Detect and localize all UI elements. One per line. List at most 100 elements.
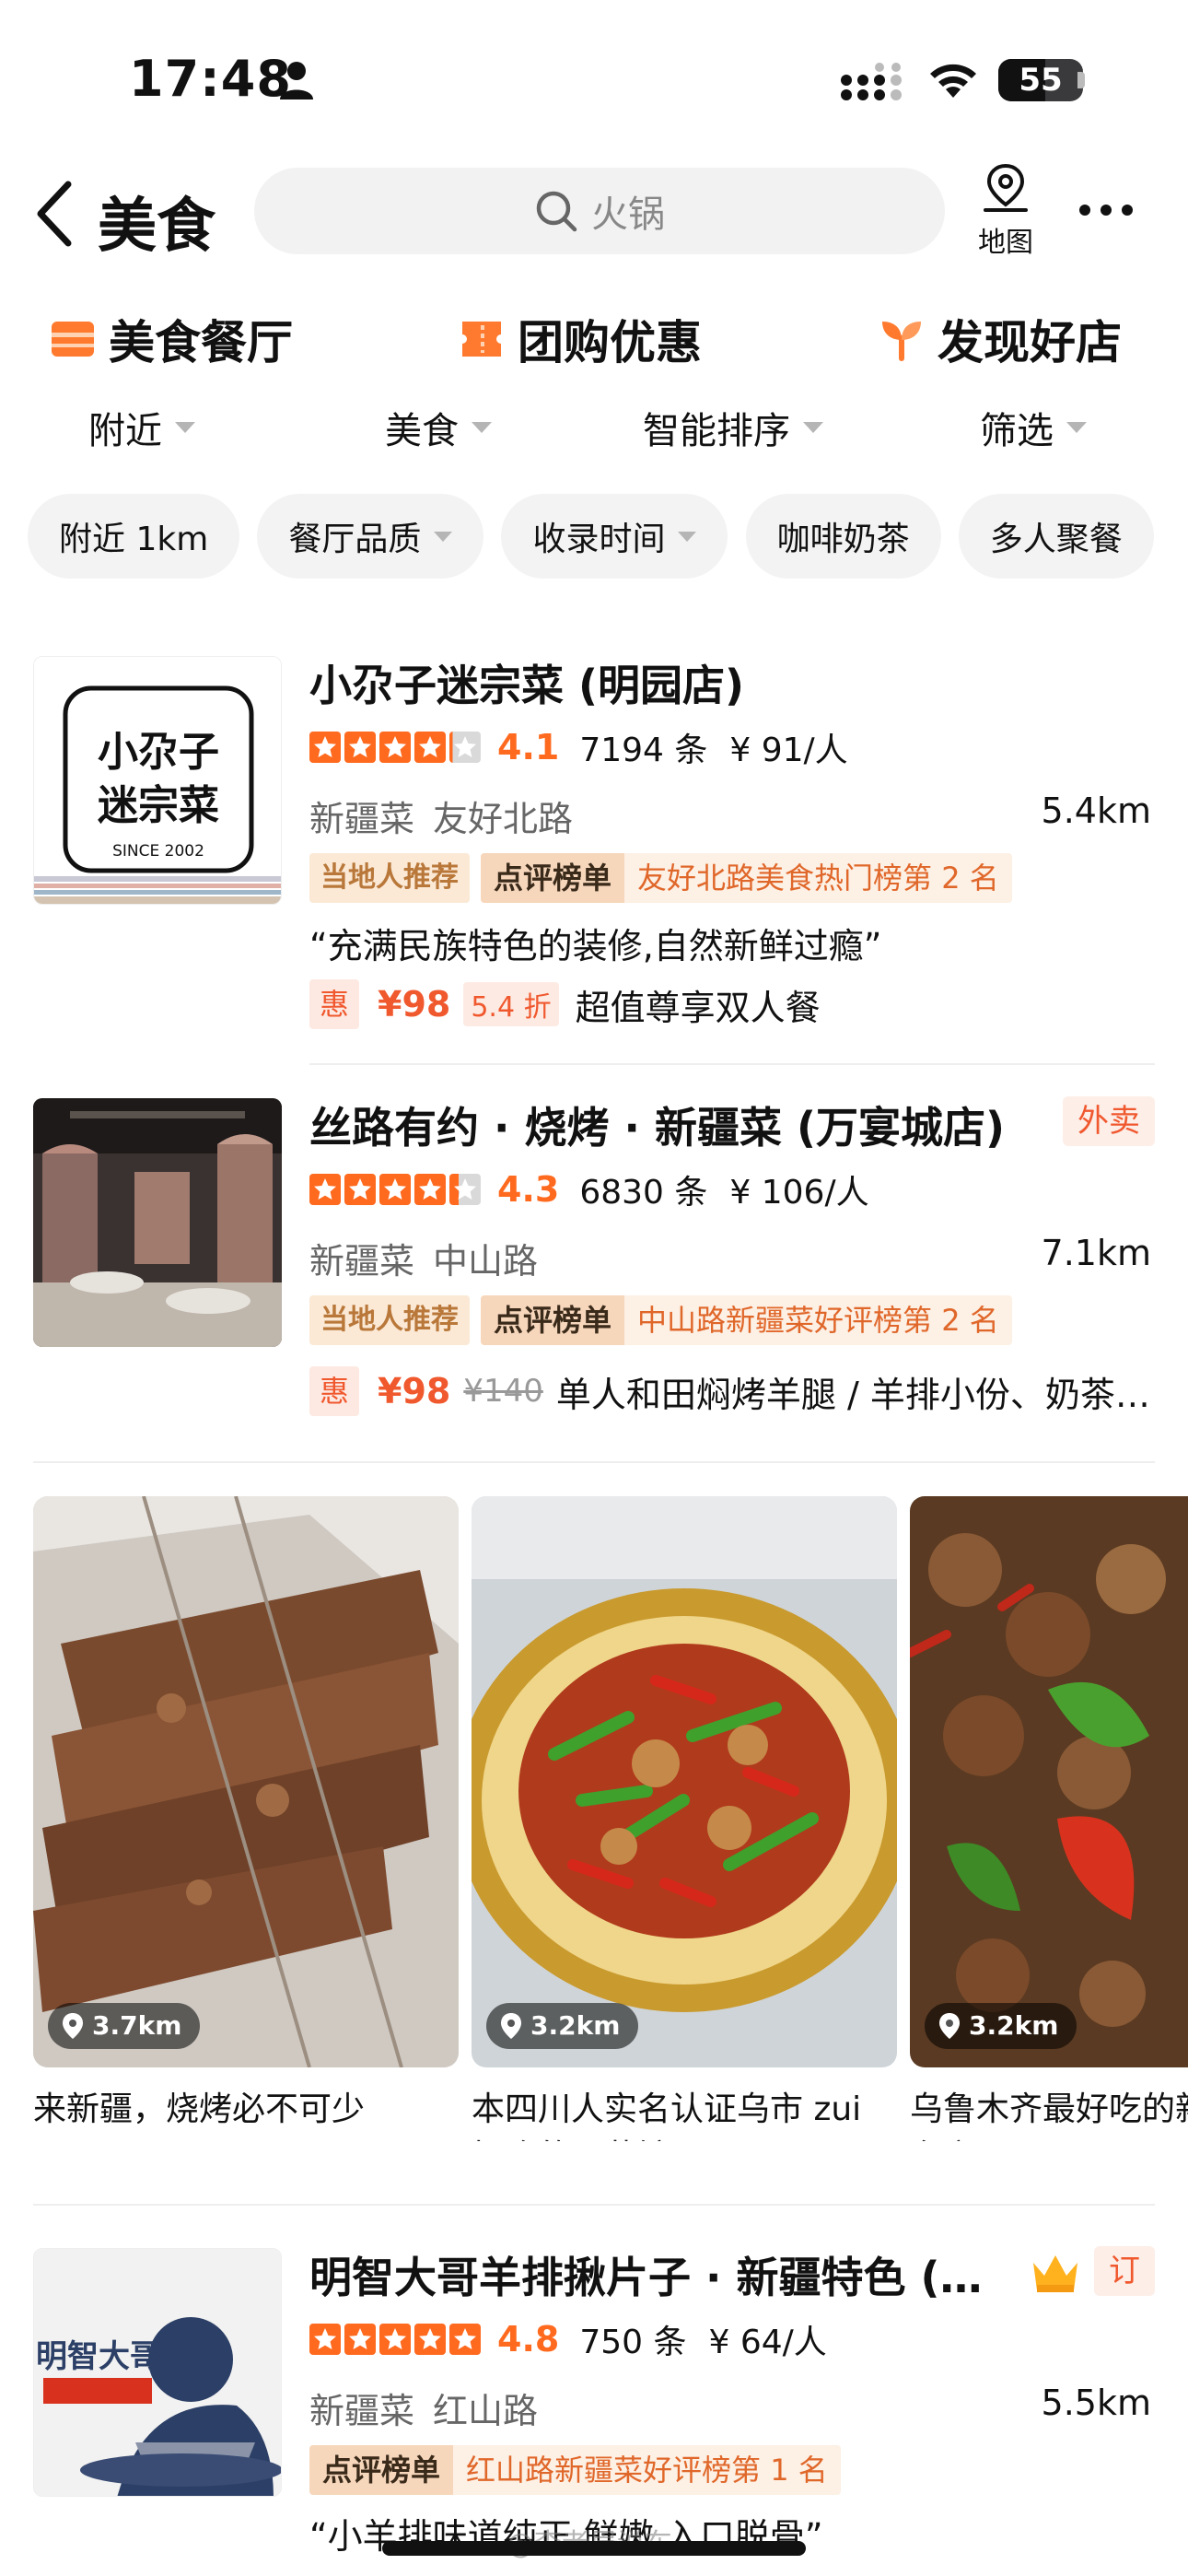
- restaurant-photo: [33, 1098, 282, 1347]
- distance: 7.1km: [1041, 1233, 1151, 1273]
- chip-listing-time[interactable]: 收录时间: [501, 494, 728, 579]
- chip-label: 多人聚餐: [989, 521, 1123, 558]
- top-nav: 美食 火锅 地图: [0, 157, 1188, 276]
- star-icon: [449, 732, 481, 763]
- chip-label: 附近 1km: [59, 521, 209, 558]
- svg-text:小尕子: 小尕子: [98, 729, 219, 776]
- sort-label: 美食: [385, 410, 459, 452]
- takeout-badge[interactable]: 外卖: [1063, 1096, 1155, 1146]
- cuisine-tags: 新疆菜 中山路: [309, 1233, 556, 1283]
- star-rating: [309, 732, 484, 763]
- post-caption: 乌鲁木齐最好吃的新疆菜没有之一: [910, 2090, 1188, 2141]
- star-icon: [344, 732, 376, 763]
- review-count: 7194 条: [579, 732, 708, 769]
- area-tag: 中山路: [433, 1241, 539, 1282]
- sort-nearby[interactable]: 附近: [88, 398, 195, 457]
- star-rating: [309, 1174, 484, 1205]
- rank-label: 点评榜单: [481, 1295, 625, 1345]
- price-per-person: ¥ 91/人: [729, 732, 848, 769]
- tab-label: 团购优惠: [518, 316, 702, 369]
- chip-label: 收录时间: [532, 521, 666, 558]
- photo-post[interactable]: 3.2km 本四川人实名认证乌市 zui 好吃的川菜馆! ! ! !: [472, 1496, 897, 2141]
- rank-badge[interactable]: 点评榜单 红山路新疆菜好评榜第 1 名: [309, 2445, 841, 2495]
- distance: 5.5km: [1041, 2383, 1151, 2423]
- restaurant-name[interactable]: 丝路有约 · 烧烤 · 新疆菜 (万宴城店): [309, 1095, 1005, 1155]
- tab-group-deals[interactable]: 团购优惠: [459, 304, 702, 374]
- chip-nearby-1km[interactable]: 附近 1km: [28, 494, 240, 579]
- reserve-badge[interactable]: 订: [1094, 2246, 1155, 2296]
- sort-label: 筛选: [980, 410, 1054, 452]
- crown-icon: [1033, 2255, 1077, 2292]
- star-icon: [414, 732, 446, 763]
- sort-filter[interactable]: 筛选: [980, 398, 1087, 457]
- star-icon: [449, 2324, 481, 2355]
- rank-badge[interactable]: 点评榜单 友好北路美食热门榜第 2 名: [481, 853, 1012, 903]
- restaurant-name[interactable]: 小尕子迷宗菜 (明园店): [309, 652, 744, 713]
- rank-label: 点评榜单: [481, 853, 625, 903]
- deal-price: ¥98: [378, 1371, 451, 1411]
- tab-food-restaurants[interactable]: 美食餐厅: [50, 304, 293, 380]
- rating-score: 4.1: [497, 727, 560, 767]
- restaurant-card[interactable]: 小尕子 迷宗菜 SINCE 2002 小尕子迷宗菜 (明园店) 4.1 7194…: [0, 645, 1188, 1078]
- map-pin-icon: [984, 163, 1028, 212]
- search-placeholder: 火锅: [591, 193, 665, 236]
- local-pick-badge: 当地人推荐: [309, 1295, 470, 1345]
- page-title: 美食: [98, 193, 215, 261]
- sort-label: 附近: [88, 410, 162, 452]
- tab-discover-shops[interactable]: 发现好店: [879, 304, 1122, 374]
- star-icon: [449, 1174, 481, 1205]
- rank-row[interactable]: 当地人推荐 点评榜单 中山路新疆菜好评榜第 2 名: [309, 1295, 1012, 1345]
- signal-icon: [841, 63, 902, 100]
- rating-score: 4.8: [497, 2319, 560, 2359]
- chip-label: 餐厅品质: [288, 521, 422, 558]
- restaurant-name[interactable]: 明智大哥羊排揪片子 · 新疆特色 (…: [309, 2244, 983, 2305]
- location-pin-icon: [63, 2013, 83, 2039]
- home-indicator[interactable]: [382, 2541, 806, 2556]
- food-photo: 3.2km: [472, 1496, 897, 2067]
- price-per-person: ¥ 64/人: [708, 2324, 827, 2361]
- search-input[interactable]: 火锅: [254, 168, 945, 254]
- coupon-icon: [462, 322, 501, 357]
- post-caption: 本四川人实名认证乌市 zui 好吃的川菜馆! ! ! !: [472, 2090, 862, 2141]
- battery-cap: [1077, 72, 1085, 88]
- location-pin-icon: [501, 2013, 521, 2039]
- star-icon: [344, 1174, 376, 1205]
- distance-text: 3.7km: [92, 2010, 182, 2041]
- distance-text: 3.2km: [969, 2010, 1059, 2041]
- chip-restaurant-quality[interactable]: 餐厅品质: [257, 494, 484, 579]
- restaurant-logo: 明智大哥: [33, 2248, 282, 2497]
- rank-text: 中山路新疆菜好评榜第 2 名: [637, 1303, 999, 1338]
- distance-badge: 3.2km: [486, 2003, 639, 2049]
- sort-cuisine[interactable]: 美食: [385, 398, 492, 457]
- search-icon: [536, 191, 577, 232]
- chip-coffee-tea[interactable]: 咖啡奶茶: [745, 494, 941, 579]
- star-icon: [379, 2324, 411, 2355]
- deal-row[interactable]: 惠 ¥98 ¥140 单人和田焖烤羊腿 / 羊排小份、奶茶 / …: [309, 1365, 1155, 1417]
- rating-row: 4.3 6830 条 ¥ 106/人: [309, 1166, 869, 1212]
- sort-smart-order[interactable]: 智能排序: [643, 398, 823, 457]
- back-arrow-icon[interactable]: [31, 179, 76, 249]
- location-pin-icon: [939, 2013, 960, 2039]
- filter-chips: 附近 1km 餐厅品质 收录时间 咖啡奶茶 多人聚餐: [28, 494, 1188, 579]
- rank-badge[interactable]: 点评榜单 中山路新疆菜好评榜第 2 名: [481, 1295, 1012, 1345]
- rank-text: 友好北路美食热门榜第 2 名: [637, 861, 999, 896]
- cuisine-tags: 新疆菜 红山路: [309, 2383, 556, 2433]
- cuisine-tags: 新疆菜 友好北路: [309, 790, 591, 841]
- status-time: 17:48: [129, 50, 292, 108]
- rank-row[interactable]: 当地人推荐 点评榜单 友好北路美食热门榜第 2 名: [309, 853, 1012, 903]
- area-tag: 友好北路: [433, 799, 574, 839]
- deal-row[interactable]: 惠 ¥98 5.4 折 超值尊享双人餐: [309, 978, 821, 1030]
- local-pick-badge: 当地人推荐: [309, 853, 470, 903]
- map-button[interactable]: 地图: [969, 162, 1042, 263]
- chevron-down-icon: [803, 422, 823, 433]
- restaurant-card[interactable]: 丝路有约 · 烧烤 · 新疆菜 (万宴城店) 外卖 4.3 6830 条 ¥ 1…: [0, 1087, 1188, 1474]
- sprout-icon: [882, 322, 921, 361]
- photo-post[interactable]: 3.2km 乌鲁木齐最好吃的新疆菜没有之一: [910, 1496, 1188, 2141]
- wifi-icon: [930, 64, 976, 98]
- more-options-icon[interactable]: [1077, 199, 1135, 221]
- chip-group-dining[interactable]: 多人聚餐: [958, 494, 1154, 579]
- photo-post[interactable]: 3.7km 来新疆，烧烤必不可少: [33, 1496, 459, 2134]
- rank-row[interactable]: 点评榜单 红山路新疆菜好评榜第 1 名: [309, 2445, 841, 2495]
- post-caption: 来新疆，烧烤必不可少: [33, 2090, 366, 2128]
- chip-label: 咖啡奶茶: [776, 521, 910, 558]
